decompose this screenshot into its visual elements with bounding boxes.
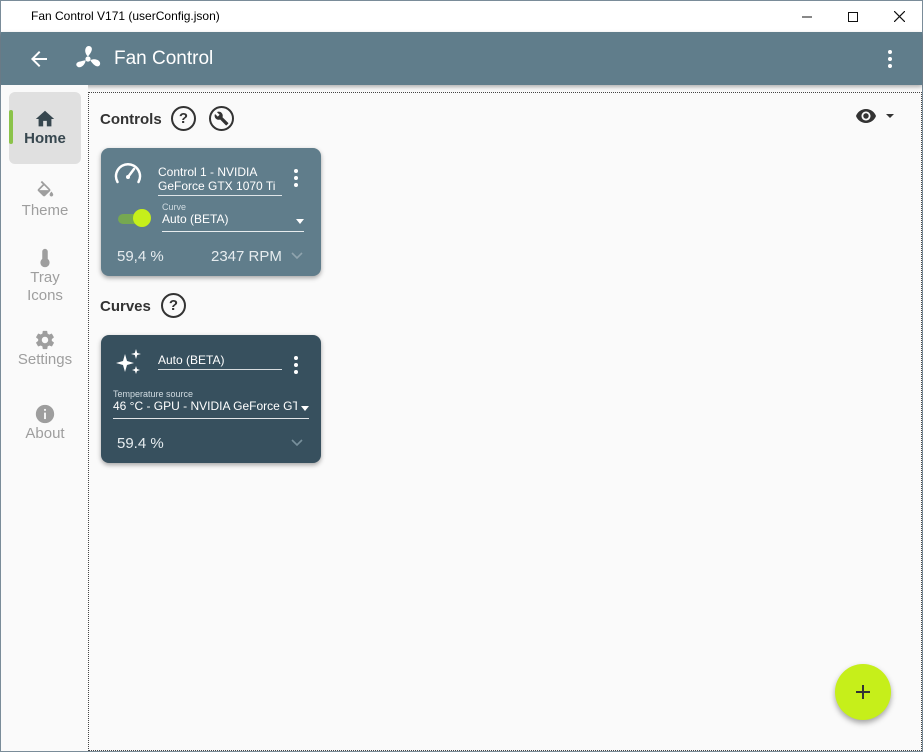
curve-name: Auto (BETA): [158, 353, 225, 367]
help-icon: ?: [178, 110, 189, 127]
more-vert-icon[interactable]: [878, 47, 902, 71]
sidebar-item-about[interactable]: About: [9, 399, 81, 471]
control-enable-toggle[interactable]: [118, 209, 151, 227]
curve-select-label: Curve: [162, 202, 187, 212]
app-bar: Fan Control: [1, 32, 922, 85]
dropdown-arrow-icon: [301, 406, 309, 411]
dropdown-arrow-icon: [886, 114, 894, 118]
sidebar-item-label: Home: [24, 130, 66, 147]
chevron-down-icon[interactable]: [290, 438, 304, 448]
temperature-source-value: 46 °C - GPU - NVIDIA GeForce GTX 1070 Ti: [113, 399, 297, 413]
control-name-field[interactable]: Control 1 - NVIDIA GeForce GTX 1070 Ti: [158, 165, 282, 196]
temperature-source-label: Temperature source: [113, 389, 194, 399]
eye-icon: [856, 109, 876, 123]
sidebar-item-home[interactable]: Home: [9, 92, 81, 164]
add-button[interactable]: [835, 664, 891, 720]
window-titlebar: Fan Control V171 (userConfig.json): [1, 1, 922, 32]
curve-select-value: Auto (BETA): [162, 212, 229, 226]
sidebar-item-tray-icons[interactable]: Tray Icons: [9, 243, 81, 315]
paint-bucket-icon: [37, 180, 54, 197]
minimize-button[interactable]: [784, 1, 830, 32]
controls-tools-button[interactable]: [209, 106, 234, 131]
info-icon: [35, 404, 55, 424]
control-card[interactable]: Control 1 - NVIDIA GeForce GTX 1070 Ti C…: [101, 148, 321, 276]
visibility-menu-button[interactable]: [855, 106, 899, 126]
speedometer-icon: [114, 162, 142, 184]
home-icon: [35, 110, 55, 127]
curve-more-icon[interactable]: [293, 355, 299, 375]
sidebar-item-label-line2: Icons: [27, 287, 63, 304]
controls-section-title: Controls: [100, 111, 162, 128]
maximize-icon: [848, 11, 858, 22]
minimize-icon: [802, 16, 812, 17]
sparkles-icon: [116, 349, 141, 374]
toggle-thumb: [133, 209, 151, 227]
close-icon: [893, 11, 905, 22]
window-title: Fan Control V171 (userConfig.json): [31, 9, 220, 23]
curve-card[interactable]: Auto (BETA) Temperature source 46 °C - G…: [101, 335, 321, 463]
curves-help-button[interactable]: ?: [161, 293, 186, 318]
sidebar: Home Theme Tray Icons Settings About: [1, 85, 88, 751]
controls-help-button[interactable]: ?: [171, 106, 196, 131]
control-percent: 59,4 %: [117, 248, 164, 265]
control-more-icon[interactable]: [293, 168, 299, 188]
control-name-line2: GeForce GTX 1070 Ti: [158, 179, 276, 193]
curve-select[interactable]: Curve Auto (BETA): [162, 202, 304, 232]
fan-icon: [76, 46, 101, 68]
sidebar-item-settings[interactable]: Settings: [9, 325, 81, 397]
sidebar-item-label: Theme: [21, 202, 69, 219]
gear-icon: [36, 330, 54, 350]
temperature-source-select[interactable]: Temperature source 46 °C - GPU - NVIDIA …: [113, 389, 309, 419]
wrench-icon: [214, 111, 229, 126]
thermometer-icon: [40, 248, 50, 268]
close-button[interactable]: [876, 1, 922, 32]
control-name-line1: Control 1 - NVIDIA: [158, 165, 258, 179]
plus-icon: [856, 685, 870, 699]
sidebar-item-label: About: [25, 425, 65, 442]
app-title: Fan Control: [114, 48, 214, 69]
sidebar-item-label: Tray: [30, 269, 60, 286]
curve-percent: 59.4 %: [117, 435, 164, 452]
active-indicator: [9, 110, 13, 144]
back-arrow-icon[interactable]: [27, 47, 51, 71]
curve-name-field[interactable]: Auto (BETA): [158, 353, 282, 370]
sidebar-item-label: Settings: [17, 351, 73, 368]
app-window: Fan Control V171 (userConfig.json) Fan C…: [0, 0, 923, 752]
curves-section-title: Curves: [100, 298, 151, 315]
chevron-down-icon[interactable]: [290, 251, 304, 261]
sidebar-item-theme[interactable]: Theme: [9, 170, 81, 242]
maximize-button[interactable]: [830, 1, 876, 32]
control-rpm: 2347 RPM: [211, 248, 282, 265]
dropdown-arrow-icon: [296, 219, 304, 224]
main-content: Controls ? Control 1 - NVIDIA GeForce GT…: [88, 92, 922, 751]
help-icon: ?: [168, 297, 179, 314]
